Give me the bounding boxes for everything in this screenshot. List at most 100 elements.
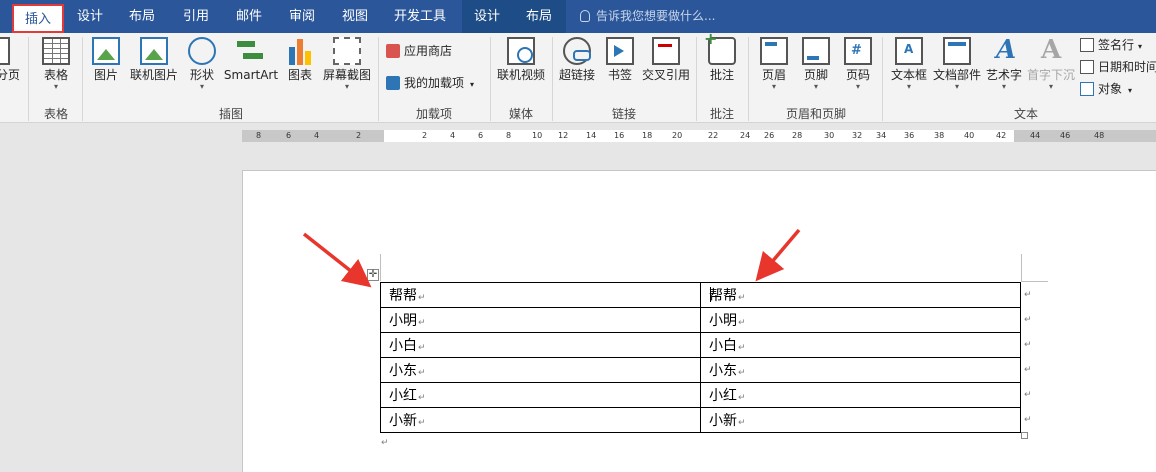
chevron-down-icon: ▾	[1001, 82, 1006, 91]
paragraph-mark: ↵	[738, 418, 746, 428]
tab-table-design[interactable]: 设计	[462, 0, 512, 33]
page-number-icon	[844, 37, 872, 65]
group-separator	[552, 37, 553, 121]
table-cell[interactable]: 小明↵	[380, 307, 701, 333]
paragraph-mark: ↵	[418, 343, 426, 353]
ribbon: 分页 表格 ▾ 表格 图片 联机图片 形状 ▾ SmartArt 图表 屏幕截图…	[0, 29, 1156, 123]
table-resize-handle[interactable]	[1021, 432, 1028, 439]
ruler-number: 24	[740, 131, 751, 140]
tab-layout[interactable]: 布局	[124, 0, 160, 33]
paragraph-mark: ↵	[381, 438, 389, 448]
wordart-button[interactable]: 艺术字 ▾	[984, 35, 1024, 92]
group-separator	[378, 37, 379, 121]
table-cell[interactable]: 小红↵	[700, 382, 1021, 408]
tab-mailings[interactable]: 邮件	[231, 0, 267, 33]
object-button[interactable]: 对象 ▾	[1080, 79, 1132, 99]
ruler-number: 30	[824, 131, 835, 140]
online-video-button[interactable]: 联机视频	[494, 37, 548, 82]
store-icon	[386, 44, 400, 58]
object-label: 对象	[1098, 82, 1123, 96]
table-cell[interactable]: 小东↵	[380, 357, 701, 383]
drop-cap-button[interactable]: 首字下沉 ▾	[1026, 35, 1076, 92]
cell-text: 小白	[709, 338, 737, 354]
ruler-number: 2	[356, 131, 362, 140]
lightbulb-icon	[580, 10, 590, 22]
smartart-icon	[237, 37, 265, 65]
cell-text: 帮帮	[709, 288, 737, 304]
link-icon	[563, 37, 591, 65]
horizontal-ruler[interactable]: 8 6 4 2 2 4 6 8 10 12 14 16 18 20 22 24 26 28 30 32 34 36 38 40…	[0, 124, 1156, 148]
tab-developer[interactable]: 开发工具	[390, 0, 450, 33]
signature-line-button[interactable]: 签名行 ▾	[1080, 35, 1142, 55]
tab-references[interactable]: 引用	[178, 0, 214, 33]
document-table[interactable]: 帮帮↵ 帮帮↵ 小明↵ 小明↵ 小白↵ 小白↵ 小东↵ 小东↵ 小红↵ 小红↵ …	[380, 282, 1021, 433]
paragraph-mark: ↵	[738, 343, 746, 353]
date-time-button[interactable]: 日期和时间	[1080, 57, 1156, 77]
paragraph-mark: ↵	[738, 293, 746, 303]
table-button[interactable]: 表格 ▾	[36, 37, 76, 92]
tab-table-layout[interactable]: 布局	[512, 0, 566, 33]
tab-design[interactable]: 设计	[72, 0, 108, 33]
comment-icon	[704, 29, 736, 65]
group-separator	[28, 37, 29, 121]
chart-button[interactable]: 图表	[282, 37, 318, 82]
table-cell[interactable]: 小新↵	[700, 407, 1021, 433]
paragraph-mark: ↵	[418, 318, 426, 328]
cross-reference-button[interactable]: 交叉引用	[640, 37, 692, 82]
chevron-down-icon: ▾	[199, 82, 204, 91]
table-cell[interactable]: 小白↵	[700, 332, 1021, 358]
picture-icon	[92, 37, 120, 65]
tab-view[interactable]: 视图	[337, 0, 373, 33]
tell-me-box[interactable]: 告诉我您想要做什么...	[580, 0, 715, 33]
page-number-button[interactable]: 页码 ▾	[838, 37, 878, 92]
table-cell[interactable]: 小明↵	[700, 307, 1021, 333]
footer-button[interactable]: 页脚 ▾	[796, 37, 836, 92]
my-addins-button[interactable]: 我的加载项 ▾	[386, 73, 474, 93]
table-row: 小明↵ 小明↵	[380, 307, 1021, 333]
shapes-button[interactable]: 形状 ▾	[184, 37, 220, 92]
table-cell[interactable]: 帮帮↵	[380, 282, 701, 308]
store-button[interactable]: 应用商店	[386, 41, 452, 61]
group-separator	[748, 37, 749, 121]
smartart-button[interactable]: SmartArt	[222, 37, 280, 82]
text-boundary	[1021, 281, 1048, 282]
end-of-row-mark: ↵	[1024, 365, 1032, 375]
end-of-row-mark: ↵	[1024, 290, 1032, 300]
chevron-down-icon: ▾	[1128, 86, 1133, 95]
quick-parts-button[interactable]: 文档部件 ▾	[932, 37, 982, 92]
cell-text: 小东	[389, 363, 417, 379]
group-label-comments: 批注	[709, 107, 734, 121]
table-cell[interactable]: 小东↵	[700, 357, 1021, 383]
text-box-button[interactable]: 文本框 ▾	[888, 37, 930, 92]
online-pictures-button[interactable]: 联机图片	[128, 37, 180, 82]
table-cell[interactable]: 小白↵	[380, 332, 701, 358]
comment-button[interactable]: 批注	[702, 29, 742, 82]
tab-review[interactable]: 审阅	[284, 0, 320, 33]
chevron-down-icon: ▾	[1138, 42, 1143, 51]
page-break-button[interactable]: 分页	[0, 37, 20, 82]
paragraph-mark: ↵	[418, 393, 426, 403]
table-move-handle[interactable]: ✛	[367, 269, 379, 281]
paragraph-mark: ↵	[738, 318, 746, 328]
ruler-number: 6	[286, 131, 292, 140]
paragraph-mark: ↵	[418, 293, 426, 303]
text-box-icon	[895, 37, 923, 65]
table-cell[interactable]: 小红↵	[380, 382, 701, 408]
store-label: 应用商店	[404, 44, 453, 58]
table-cell[interactable]: 帮帮↵	[700, 282, 1021, 308]
pictures-button[interactable]: 图片	[88, 37, 124, 82]
screenshot-button[interactable]: 屏幕截图 ▾	[320, 37, 374, 92]
group-separator	[490, 37, 491, 121]
hyperlink-button[interactable]: 超链接	[556, 37, 598, 82]
table-cell[interactable]: 小新↵	[380, 407, 701, 433]
header-button[interactable]: 页眉 ▾	[754, 37, 794, 92]
ruler-number: 4	[450, 131, 456, 140]
my-addins-label: 我的加载项	[404, 76, 465, 90]
tab-insert[interactable]: 插入	[12, 4, 64, 33]
bookmark-button[interactable]: 书签	[602, 37, 638, 82]
chart-label: 图表	[287, 68, 312, 82]
table-row: 小新↵ 小新↵	[380, 407, 1021, 433]
signature-icon	[1080, 38, 1094, 52]
drop-cap-icon	[1037, 35, 1065, 65]
group-label-links: 链接	[611, 107, 636, 121]
